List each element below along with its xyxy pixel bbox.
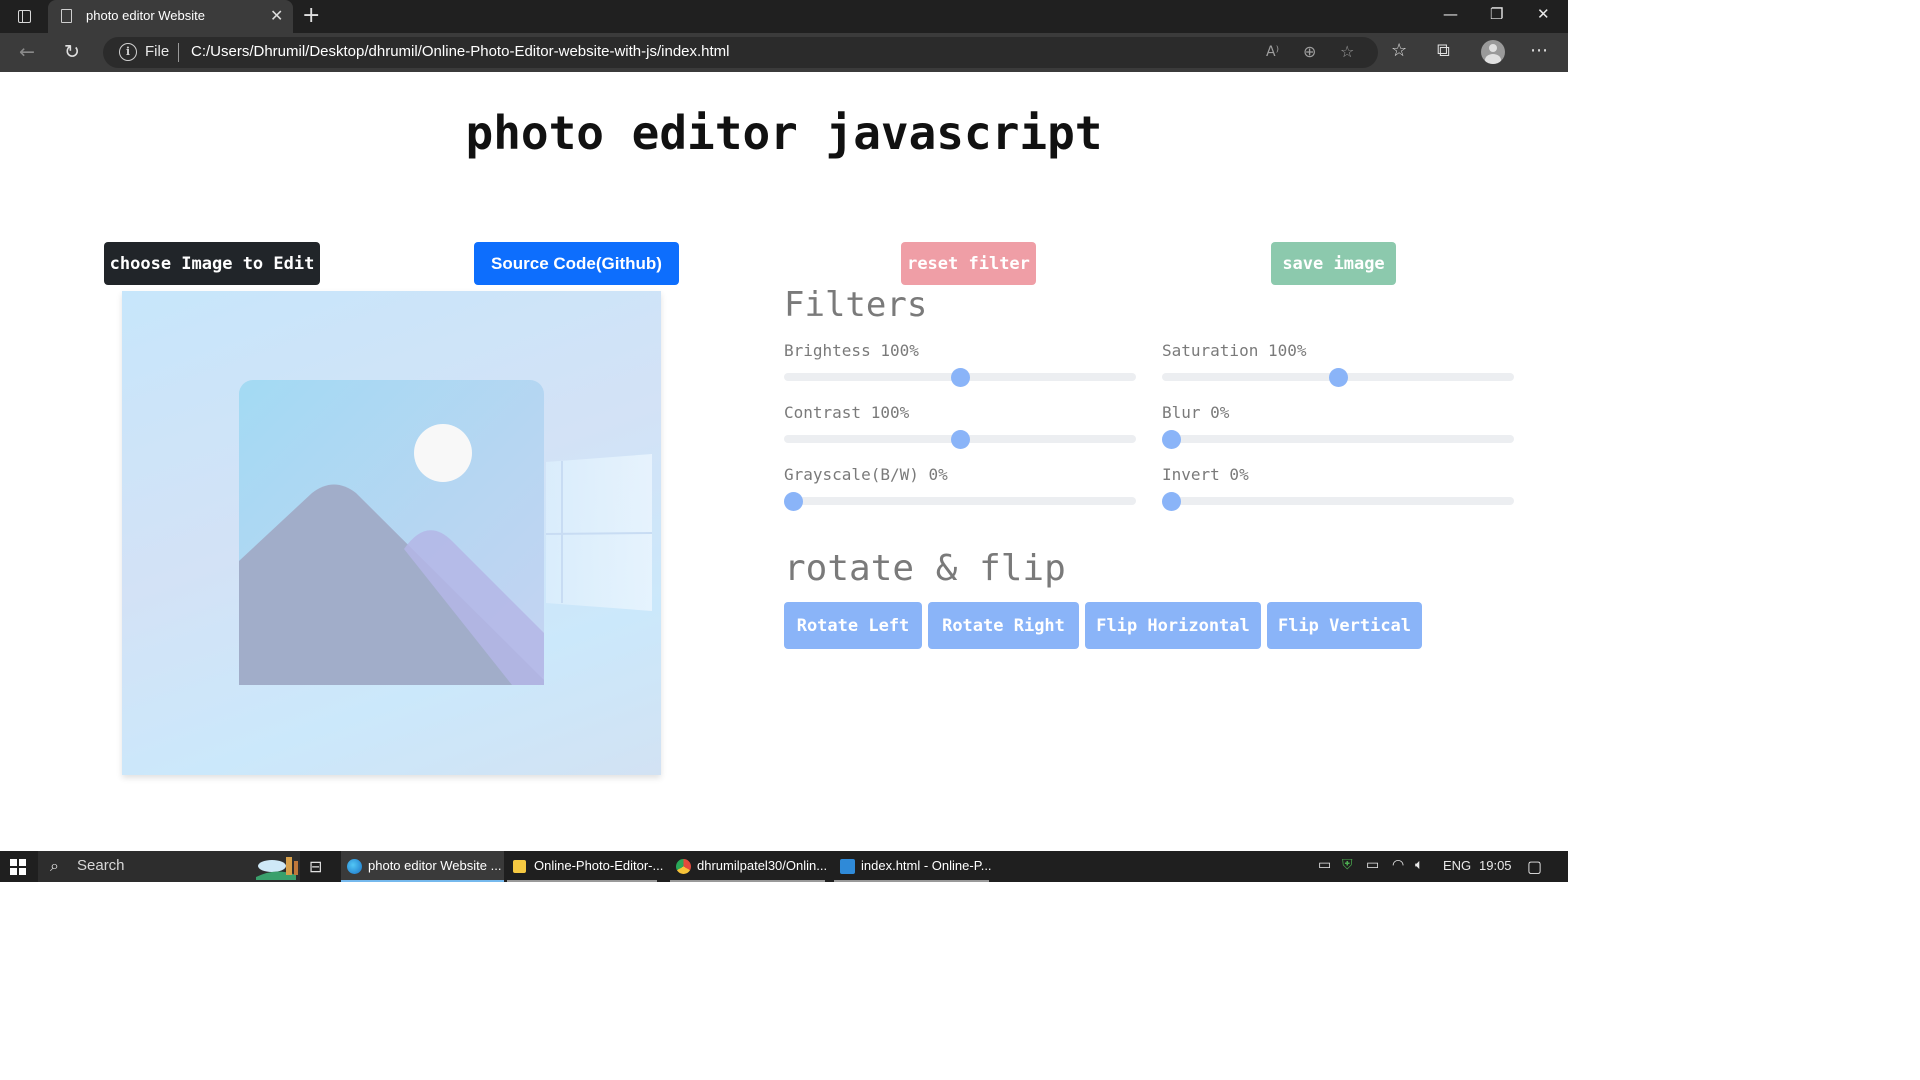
close-tab-icon[interactable]: ✕ xyxy=(270,6,283,25)
grayscale-label: Grayscale(B/W) 0% xyxy=(784,465,948,484)
more-options-icon[interactable]: ⋯ xyxy=(1530,40,1548,61)
blur-label: Blur 0% xyxy=(1162,403,1230,422)
contrast-slider[interactable] xyxy=(784,429,1136,449)
slider-thumb[interactable] xyxy=(950,429,970,449)
flip-horizontal-button[interactable]: Flip Horizontal xyxy=(1085,602,1261,649)
add-favorite-icon[interactable]: ☆ xyxy=(1340,42,1354,61)
favorites-icon[interactable]: ☆ xyxy=(1391,40,1407,61)
restore-icon[interactable]: ❐ xyxy=(1490,5,1503,23)
taskbar-item-label: photo editor Website ... xyxy=(368,858,502,873)
choose-image-button[interactable]: choose Image to Edit xyxy=(104,242,320,285)
minimize-icon[interactable]: — xyxy=(1443,5,1458,23)
url-text[interactable]: C:/Users/Dhrumil/Desktop/dhrumil/Online-… xyxy=(191,43,730,60)
notifications-icon[interactable]: ▢ xyxy=(1527,857,1542,876)
profile-avatar[interactable] xyxy=(1481,40,1505,64)
page-title: photo editor javascript xyxy=(465,106,1103,160)
grayscale-slider[interactable] xyxy=(783,491,1136,511)
info-icon[interactable]: i xyxy=(119,43,137,61)
rotate-flip-heading: rotate & flip xyxy=(784,548,1066,589)
contrast-label: Contrast 100% xyxy=(784,403,910,422)
search-placeholder: Search xyxy=(77,857,125,874)
address-bar: ← ↻ i File C:/Users/Dhrumil/Desktop/dhru… xyxy=(0,33,1568,72)
slider-thumb[interactable] xyxy=(950,367,970,387)
taskbar: ⌕ Search ⊟ photo editor Website ... Onli… xyxy=(0,851,1568,882)
close-window-icon[interactable]: ✕ xyxy=(1537,5,1550,23)
taskbar-item-label: Online-Photo-Editor-... xyxy=(534,858,664,873)
browser-tab-strip: photo editor Website ✕ + — ❐ ✕ xyxy=(0,0,1568,33)
vscode-icon xyxy=(840,859,855,874)
chrome-icon xyxy=(676,859,691,874)
zoom-icon[interactable]: ⊕ xyxy=(1303,42,1316,61)
invert-label: Invert 0% xyxy=(1162,465,1249,484)
search-highlight-icon xyxy=(256,857,298,880)
brightness-slider[interactable] xyxy=(784,367,1136,387)
active-indicator xyxy=(341,880,504,882)
tab-actions-icon[interactable] xyxy=(12,7,36,27)
taskbar-item-edge[interactable]: photo editor Website ... xyxy=(341,851,504,882)
flip-vertical-button[interactable]: Flip Vertical xyxy=(1267,602,1422,649)
brightness-label: Brightess 100% xyxy=(784,341,919,360)
taskbar-search[interactable]: ⌕ Search xyxy=(38,851,300,882)
saturation-slider[interactable] xyxy=(1162,367,1514,387)
save-image-button[interactable]: save image xyxy=(1271,242,1396,285)
taskbar-item-vscode[interactable]: index.html - Online-P... xyxy=(834,851,994,882)
separator xyxy=(178,43,179,62)
meet-now-icon[interactable]: ▭ xyxy=(1318,857,1331,873)
slider-thumb[interactable] xyxy=(1161,491,1181,511)
browser-tab[interactable]: photo editor Website ✕ xyxy=(48,0,293,33)
slider-thumb[interactable] xyxy=(1161,429,1181,449)
new-tab-icon[interactable]: + xyxy=(302,3,320,28)
web-page: photo editor javascript choose Image to … xyxy=(0,72,1568,851)
image-preview xyxy=(122,291,661,775)
blur-slider[interactable] xyxy=(1161,429,1514,449)
slider-thumb[interactable] xyxy=(1328,367,1348,387)
volume-icon[interactable]: 🔈︎ xyxy=(1415,857,1423,873)
invert-slider[interactable] xyxy=(1161,491,1514,511)
placeholder-image-icon xyxy=(239,380,653,685)
filters-heading: Filters xyxy=(784,285,928,325)
reset-filter-button[interactable]: reset filter xyxy=(901,242,1036,285)
slider-thumb[interactable] xyxy=(783,491,803,511)
source-code-button[interactable]: Source Code(Github) xyxy=(474,242,679,285)
open-indicator xyxy=(834,880,989,882)
taskbar-item-label: index.html - Online-P... xyxy=(861,858,992,873)
edge-icon xyxy=(347,859,362,874)
folder-icon xyxy=(513,860,526,873)
security-icon[interactable]: ⛨ xyxy=(1342,857,1353,873)
tab-title: photo editor Website xyxy=(86,8,205,23)
search-icon: ⌕ xyxy=(50,856,59,875)
clock[interactable]: 19:05 xyxy=(1479,858,1512,873)
language-indicator[interactable]: ENG xyxy=(1443,858,1471,873)
back-icon[interactable]: ← xyxy=(19,41,35,63)
wifi-icon[interactable]: ◠ xyxy=(1392,857,1404,873)
collections-icon[interactable]: ⧉ xyxy=(1437,40,1450,61)
read-aloud-icon[interactable]: A⁾ xyxy=(1266,44,1279,60)
battery-icon[interactable]: ▭ xyxy=(1366,857,1379,873)
document-icon xyxy=(61,9,72,23)
refresh-icon[interactable]: ↻ xyxy=(64,41,80,63)
url-field[interactable]: i File C:/Users/Dhrumil/Desktop/dhrumil/… xyxy=(103,37,1378,68)
open-indicator xyxy=(507,880,657,882)
rotate-left-button[interactable]: Rotate Left xyxy=(784,602,922,649)
open-indicator xyxy=(670,880,825,882)
saturation-label: Saturation 100% xyxy=(1162,341,1307,360)
windows-start-icon[interactable] xyxy=(10,859,26,875)
site-scheme: File xyxy=(145,43,170,60)
task-view-icon[interactable]: ⊟ xyxy=(309,857,322,876)
taskbar-item-chrome[interactable]: dhrumilpatel30/Onlin... xyxy=(670,851,830,882)
rotate-right-button[interactable]: Rotate Right xyxy=(928,602,1079,649)
taskbar-item-label: dhrumilpatel30/Onlin... xyxy=(697,858,828,873)
taskbar-item-explorer[interactable]: Online-Photo-Editor-... xyxy=(507,851,665,882)
